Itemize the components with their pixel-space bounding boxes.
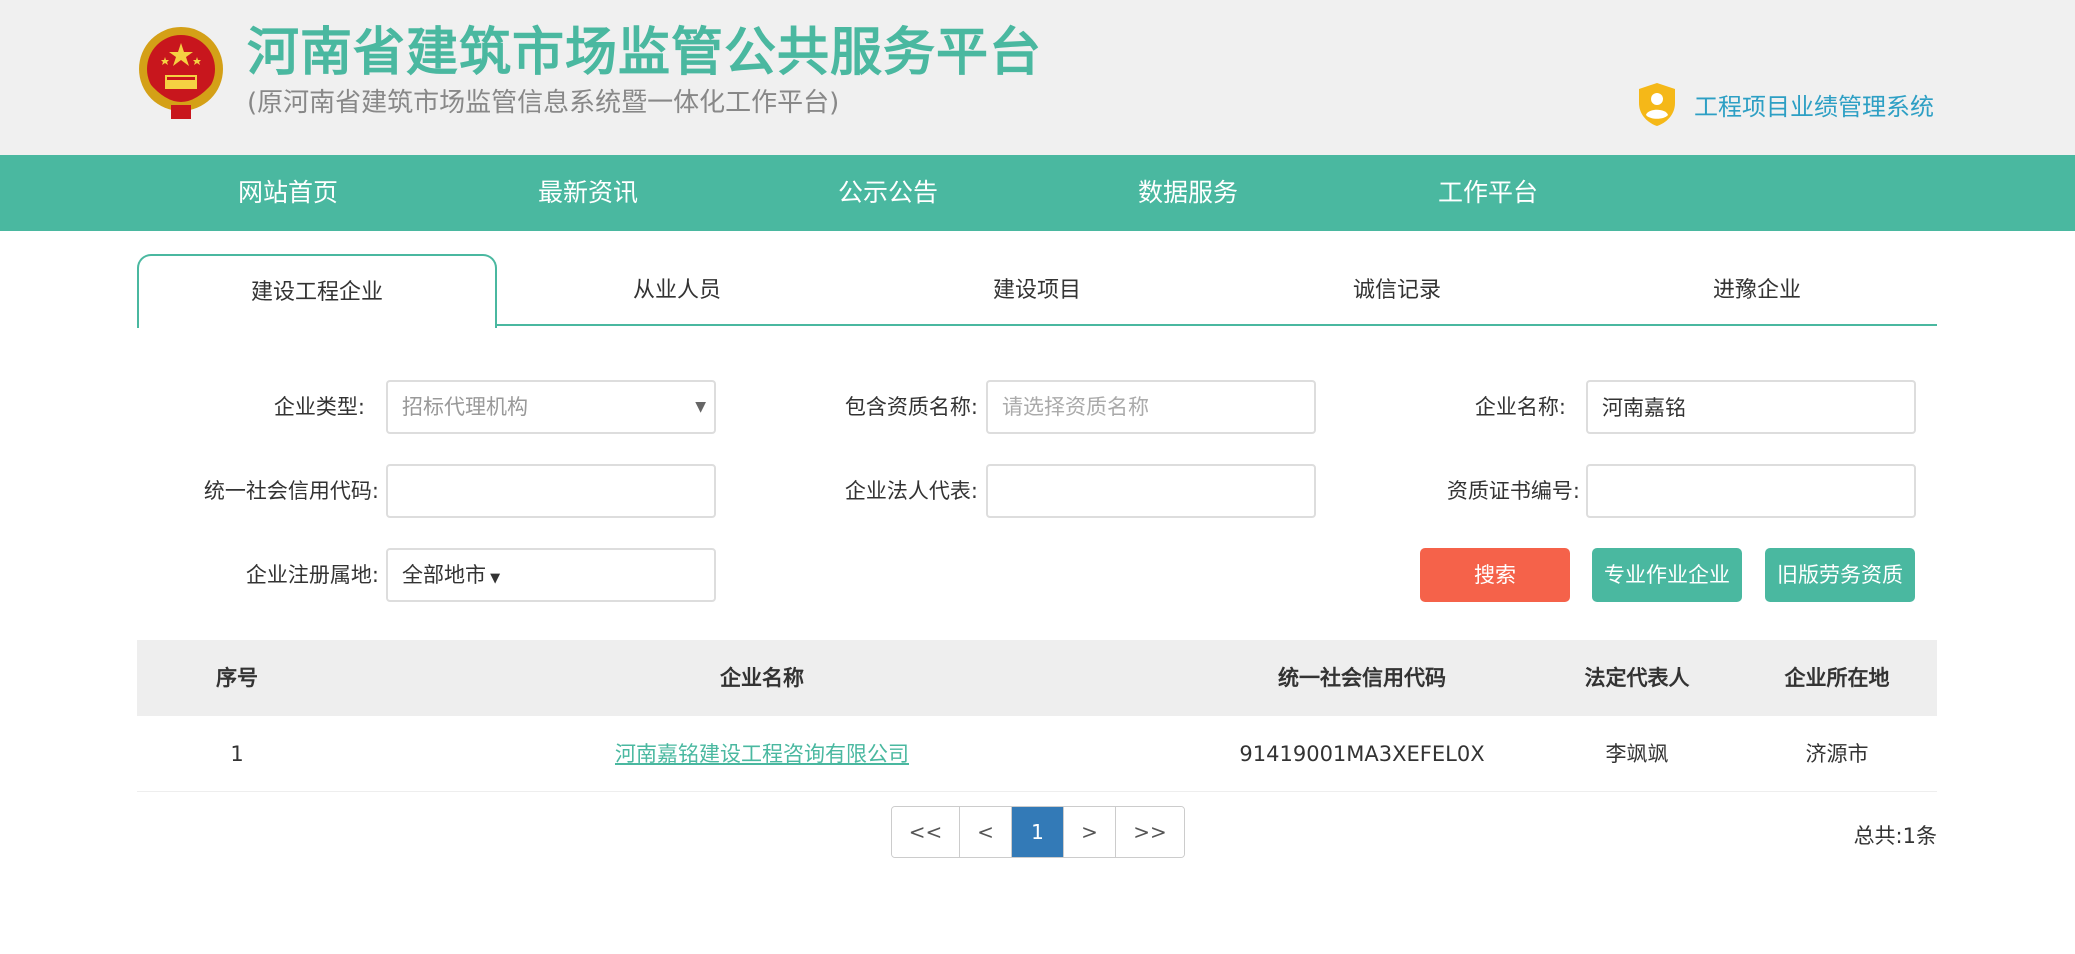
nav-item-announcements[interactable]: 公示公告	[838, 155, 938, 231]
specialized-enterprise-button[interactable]: 专业作业企业	[1592, 548, 1742, 602]
caret-down-icon: ▼	[486, 571, 501, 586]
column-header-index: 序号	[216, 666, 258, 690]
search-button[interactable]: 搜索	[1420, 548, 1570, 602]
site-subtitle: (原河南省建筑市场监管信息系统暨一体化工作平台)	[247, 88, 840, 118]
enterprise-type-label: 企业类型:	[273, 395, 365, 419]
row-legal-rep: 李飒飒	[1605, 742, 1669, 766]
site-title: 河南省建筑市场监管公共服务平台	[247, 23, 1043, 83]
enterprise-name-input[interactable]	[1586, 380, 1916, 434]
row-location: 济源市	[1805, 742, 1869, 766]
national-emblem-icon	[139, 27, 223, 119]
next-page-button[interactable]: >	[1064, 807, 1116, 857]
performance-system-label: 工程项目业绩管理系统	[1694, 92, 1934, 121]
column-header-legal-rep: 法定代表人	[1584, 666, 1690, 690]
caret-down-icon: ▼	[695, 399, 706, 415]
region-label: 企业注册属地:	[245, 563, 379, 587]
enterprise-name-link[interactable]: 河南嘉铭建设工程咨询有限公司	[615, 742, 909, 766]
legal-rep-input[interactable]	[986, 464, 1316, 518]
shield-user-icon	[1639, 83, 1675, 126]
row-name-cell: 河南嘉铭建设工程咨询有限公司	[337, 716, 1187, 792]
site-header: 河南省建筑市场监管公共服务平台 (原河南省建筑市场监管信息系统暨一体化工作平台)…	[0, 0, 2075, 155]
cert-no-input[interactable]	[1586, 464, 1916, 518]
pagination: << < 1 > >>	[891, 806, 1185, 858]
enterprise-type-select[interactable]: 招标代理机构 ▼	[386, 380, 716, 434]
column-header-name: 企业名称	[720, 666, 804, 690]
tab-entering-enterprises[interactable]: 进豫企业	[1577, 254, 1937, 326]
last-page-button[interactable]: >>	[1116, 807, 1184, 857]
row-index: 1	[230, 742, 244, 766]
nav-item-data-services[interactable]: 数据服务	[1138, 155, 1238, 231]
column-header-credit-code: 统一社会信用代码	[1278, 666, 1446, 690]
prev-page-button[interactable]: <	[960, 807, 1012, 857]
credit-code-input[interactable]	[386, 464, 716, 518]
qualification-label: 包含资质名称:	[844, 395, 978, 419]
nav-item-home[interactable]: 网站首页	[238, 155, 338, 231]
qualification-input[interactable]	[986, 380, 1316, 434]
old-labor-qualification-button[interactable]: 旧版劳务资质	[1765, 548, 1915, 602]
first-page-button[interactable]: <<	[892, 807, 960, 857]
tab-credit-records[interactable]: 诚信记录	[1217, 254, 1577, 326]
enterprise-name-label: 企业名称:	[1474, 395, 1566, 419]
tab-practitioners[interactable]: 从业人员	[497, 254, 857, 326]
region-select[interactable]: 全部地市 ▼	[386, 548, 716, 602]
tab-construction-enterprises[interactable]: 建设工程企业	[137, 254, 497, 328]
main-nav: 网站首页 最新资讯 公示公告 数据服务 工作平台	[0, 155, 2075, 231]
category-tabs: 建设工程企业 从业人员 建设项目 诚信记录 进豫企业	[137, 254, 1937, 328]
total-count: 总共:1条	[1853, 824, 1937, 848]
enterprise-type-value: 招标代理机构	[402, 395, 528, 419]
region-value: 全部地市	[402, 563, 486, 587]
nav-item-news[interactable]: 最新资讯	[538, 155, 638, 231]
column-header-location: 企业所在地	[1784, 666, 1890, 690]
nav-item-work-platform[interactable]: 工作平台	[1438, 155, 1538, 231]
table-row: 1 河南嘉铭建设工程咨询有限公司 91419001MA3XEFEL0X 李飒飒 …	[137, 716, 1937, 792]
legal-rep-label: 企业法人代表:	[844, 479, 978, 503]
performance-system-link[interactable]: 工程项目业绩管理系统	[1636, 80, 1934, 128]
tab-construction-projects[interactable]: 建设项目	[857, 254, 1217, 326]
results-table-header: 序号 企业名称 统一社会信用代码 法定代表人 企业所在地	[137, 640, 1937, 716]
page-1-button[interactable]: 1	[1012, 807, 1064, 857]
row-credit-code: 91419001MA3XEFEL0X	[1239, 742, 1485, 766]
credit-code-label: 统一社会信用代码:	[203, 479, 379, 503]
cert-no-label: 资质证书编号:	[1446, 479, 1580, 503]
